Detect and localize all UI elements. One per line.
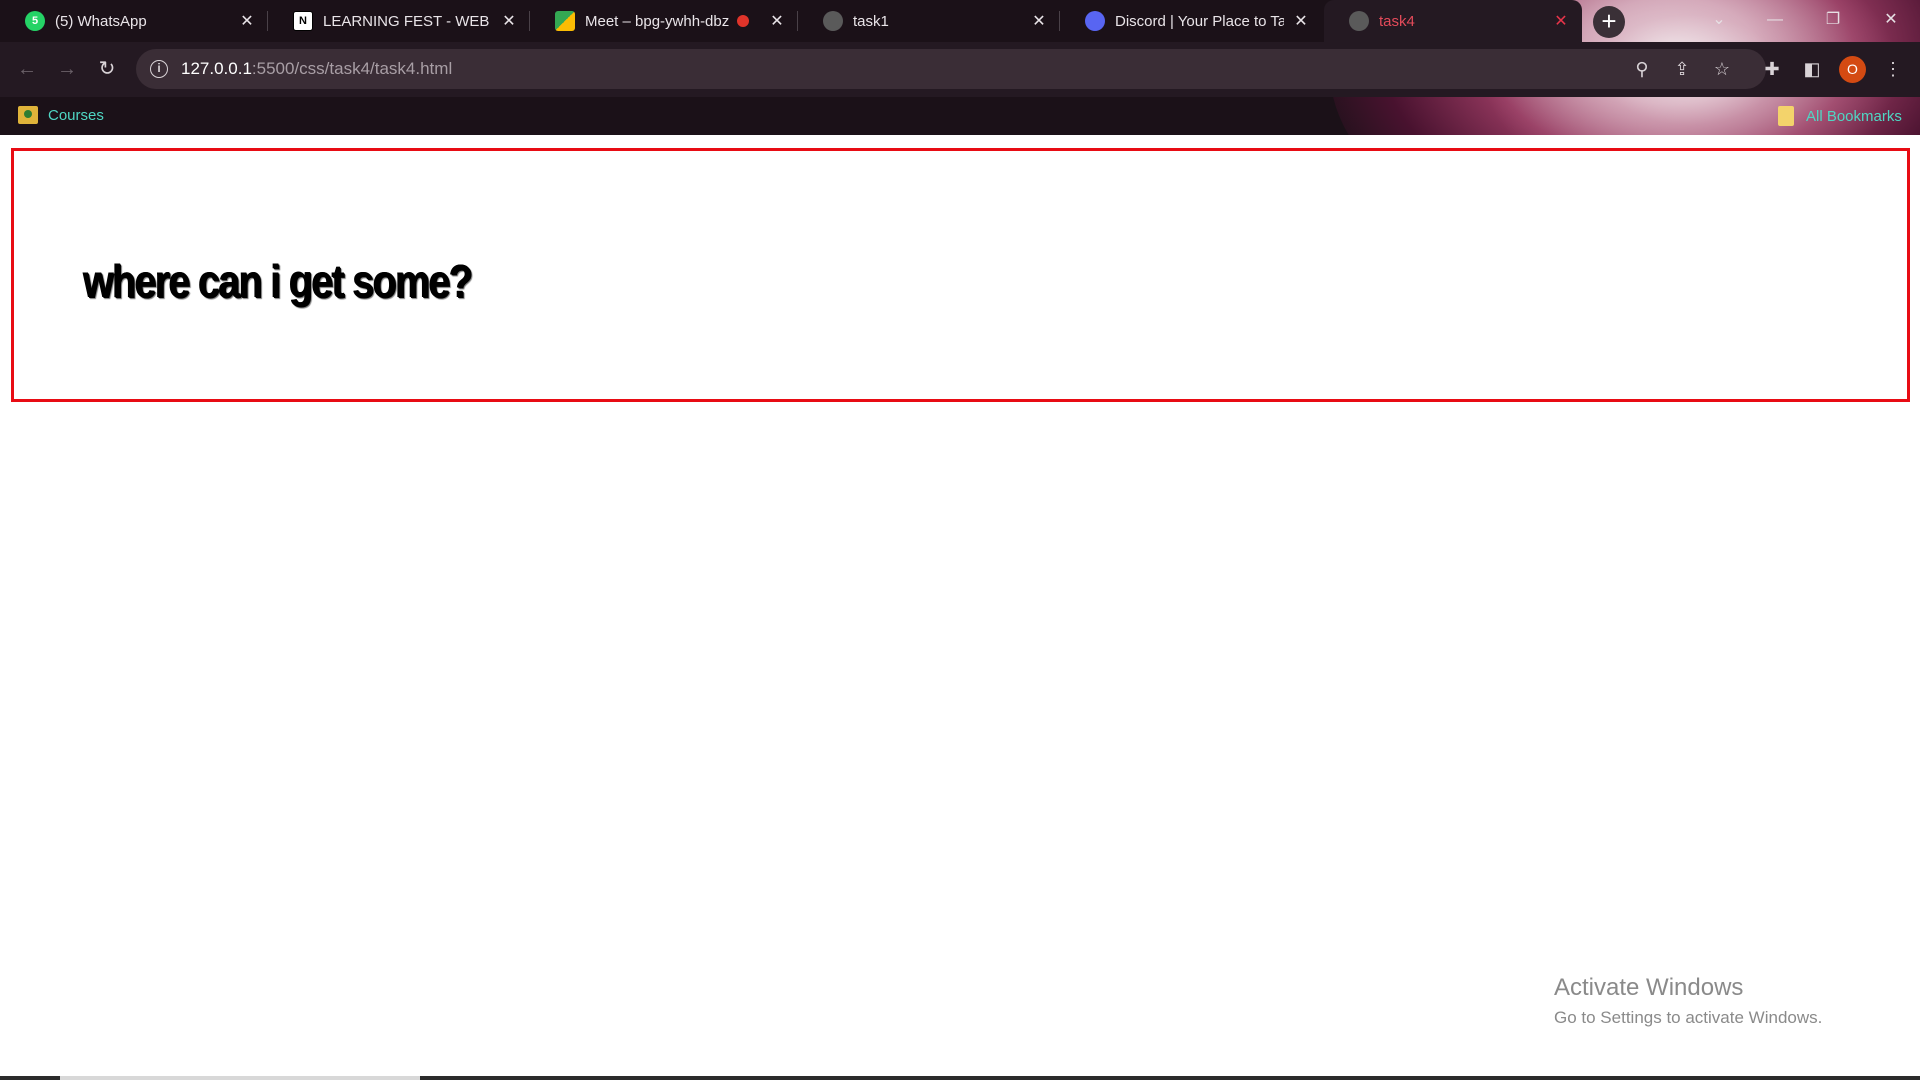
activation-subtitle: Go to Settings to activate Windows. <box>1554 1008 1823 1027</box>
tab-title: Meet – bpg-ywhh-dbz <box>585 12 730 30</box>
side-panel-icon[interactable]: ◧ <box>1798 55 1826 83</box>
folder-icon <box>1778 106 1794 126</box>
menu-icon[interactable]: ⋮ <box>1879 55 1907 83</box>
bookmark-label: All Bookmarks <box>1806 107 1902 125</box>
new-tab-button[interactable]: + <box>1593 6 1625 38</box>
page-heading: where can i get some? <box>83 255 473 307</box>
forward-button[interactable]: → <box>52 54 82 84</box>
window-close-button[interactable]: ✕ <box>1868 4 1914 36</box>
profile-avatar[interactable]: O <box>1839 56 1866 83</box>
tab-google-meet[interactable]: Meet – bpg-ywhh-dbz ✕ <box>530 0 798 42</box>
tab-task1[interactable]: task1 ✕ <box>798 0 1060 42</box>
close-icon[interactable]: ✕ <box>500 11 518 31</box>
all-bookmarks-button[interactable]: All Bookmarks <box>1778 106 1902 126</box>
close-icon[interactable]: ✕ <box>238 11 256 31</box>
tab-discord[interactable]: Discord | Your Place to Tal ✕ <box>1060 0 1322 42</box>
reload-button[interactable]: ↻ <box>92 54 122 84</box>
google-classroom-icon <box>18 106 38 124</box>
extensions-icon[interactable]: ✚ <box>1758 55 1786 83</box>
tab-search-button[interactable]: ⌄ <box>1696 4 1742 36</box>
tab-title: Discord | Your Place to Tal <box>1115 12 1284 30</box>
back-button[interactable]: ← <box>12 54 42 84</box>
tab-strip: 5 (5) WhatsApp ✕ N LEARNING FEST - WEB D… <box>0 0 1920 42</box>
site-info-icon[interactable]: i <box>150 60 168 78</box>
whatsapp-icon: 5 <box>25 11 45 31</box>
bookmark-star-icon[interactable]: ☆ <box>1710 57 1734 81</box>
minimize-button[interactable]: — <box>1752 4 1798 36</box>
windows-activation-watermark: Activate Windows Go to Settings to activ… <box>1554 974 1822 1028</box>
close-icon[interactable]: ✕ <box>1292 11 1310 31</box>
globe-icon <box>1349 11 1369 31</box>
page-viewport: where can i get some? Activate Windows G… <box>0 135 1920 1080</box>
google-meet-icon <box>555 11 575 31</box>
recording-indicator-icon <box>737 15 750 27</box>
tab-learning-fest[interactable]: N LEARNING FEST - WEB DE ✕ <box>268 0 530 42</box>
address-bar[interactable]: i 127.0.0.1:5500/css/task4/task4.html ⚲ … <box>136 49 1766 89</box>
restore-button[interactable]: ❐ <box>1810 4 1856 36</box>
taskbar-highlight <box>60 1076 420 1080</box>
tab-whatsapp[interactable]: 5 (5) WhatsApp ✕ <box>0 0 268 42</box>
url-host: 127.0.0.1 <box>181 59 252 78</box>
tab-title: (5) WhatsApp <box>55 12 147 30</box>
activation-title: Activate Windows <box>1554 974 1744 1001</box>
tab-title: task1 <box>853 12 889 30</box>
browser-chrome: 5 (5) WhatsApp ✕ N LEARNING FEST - WEB D… <box>0 0 1920 135</box>
taskbar-edge <box>0 1076 1920 1080</box>
discord-icon <box>1085 11 1105 31</box>
zoom-icon[interactable]: ⚲ <box>1630 57 1654 81</box>
close-icon[interactable]: ✕ <box>768 11 786 31</box>
share-icon[interactable]: ⇪ <box>1670 57 1694 81</box>
bookmark-label: Courses <box>48 106 104 124</box>
bordered-section: where can i get some? <box>11 148 1910 402</box>
tab-title: LEARNING FEST - WEB DE <box>323 12 492 30</box>
close-icon[interactable]: ✕ <box>1552 11 1570 31</box>
notion-icon: N <box>293 11 313 31</box>
globe-icon <box>823 11 843 31</box>
tab-task4[interactable]: task4 ✕ <box>1324 0 1582 42</box>
browser-toolbar: ← → ↻ i 127.0.0.1:5500/css/task4/task4.h… <box>0 42 1920 97</box>
bookmarks-bar: Courses All Bookmarks <box>0 97 1920 135</box>
tab-title: task4 <box>1379 12 1415 30</box>
bookmark-courses[interactable]: Courses <box>18 106 104 124</box>
close-icon[interactable]: ✕ <box>1030 11 1048 31</box>
url-path: :5500/css/task4/task4.html <box>251 59 453 78</box>
